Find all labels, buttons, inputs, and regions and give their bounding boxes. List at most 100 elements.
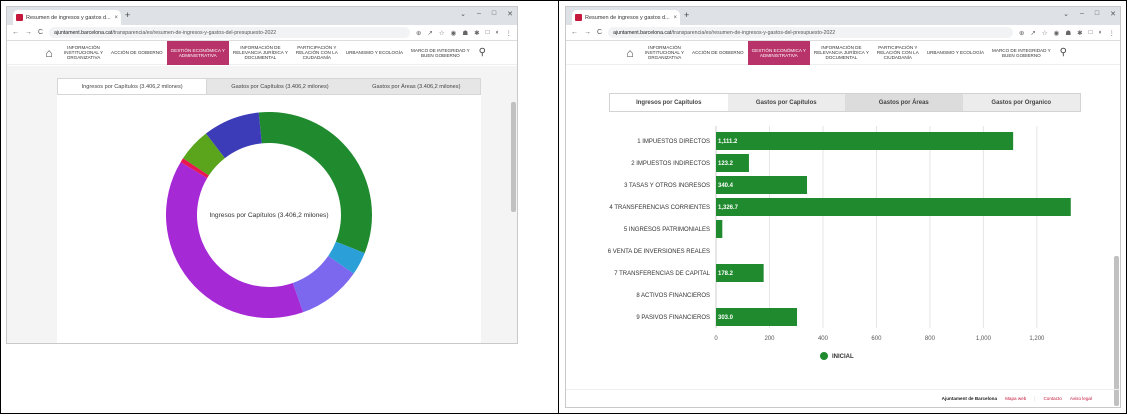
- x-tick-label: 1,200: [1029, 336, 1045, 342]
- browser-tab[interactable]: Resumen de ingresos y gastos d... ×: [572, 10, 680, 25]
- new-tab-button[interactable]: +: [684, 10, 689, 20]
- tab-ingresos-capitulos[interactable]: Ingresos por Capítulos: [610, 94, 728, 111]
- sidepanel-icon[interactable]: □: [486, 29, 490, 37]
- maximize-button[interactable]: □: [492, 10, 496, 18]
- bar[interactable]: [716, 132, 1014, 150]
- nav-integridad[interactable]: MARCO DE INTEGRIDAD Y BUEN GOBIERNO: [407, 41, 474, 65]
- toolbar-icons: ⊕ ↗ ☆ ◉ ☗ ✱ □ ◐ ⋮: [1019, 29, 1115, 37]
- nav-participacion[interactable]: PARTICIPACIÓN Y RELACIÓN CON LA CIUDADAN…: [873, 41, 923, 65]
- profile-icon[interactable]: ◐: [1099, 29, 1103, 37]
- bookmark-star-icon[interactable]: ☆: [439, 29, 445, 37]
- bookmark-star-icon[interactable]: ☆: [1042, 29, 1048, 37]
- tab-gastos-organico[interactable]: Gastos por Organico: [963, 94, 1081, 111]
- nav-integridad[interactable]: MARCO DE INTEGRIDAD Y BUEN GOBIERNO: [988, 41, 1055, 65]
- tab-gastos-capitulos[interactable]: Gastos por Capítulos (3.406,2 milones): [207, 79, 352, 94]
- footer-link-aviso[interactable]: Aviso legal: [1070, 396, 1092, 401]
- nav-urbanismo[interactable]: URBANISMO Y ECOLOGÍA: [342, 41, 407, 65]
- window-controls: ⌄ – □ ✕: [1063, 10, 1116, 18]
- reload-icon[interactable]: C: [38, 29, 43, 36]
- forward-icon[interactable]: →: [25, 29, 32, 36]
- close-window-button[interactable]: ✕: [1110, 10, 1116, 18]
- maximize-button[interactable]: □: [1095, 10, 1099, 18]
- right-content: Ingresos por Capítulos Gastos por Capítu…: [566, 66, 1120, 407]
- puzzle-icon[interactable]: ✱: [474, 29, 479, 37]
- extension-icon[interactable]: ☗: [1065, 29, 1071, 37]
- search-icon[interactable]: ⚲: [479, 47, 486, 58]
- nav-institucional[interactable]: INFORMACIÓN INSTITUCIONAL Y ORGANIZATIVA: [60, 41, 107, 65]
- tab-ingresos-capitulos[interactable]: Ingresos por Capítulos (3.406,2 milones): [58, 79, 208, 94]
- left-content: Ingresos por Capítulos (3.406,2 milones)…: [7, 66, 517, 343]
- extension-icon[interactable]: ◉: [451, 29, 457, 37]
- nav-urbanismo[interactable]: URBANISMO Y ECOLOGÍA: [923, 41, 988, 65]
- nav-institucional[interactable]: INFORMACIÓN INSTITUCIONAL Y ORGANIZATIVA: [641, 41, 688, 65]
- menu-icon[interactable]: ⋮: [1109, 29, 1116, 37]
- scrollbar-thumb[interactable]: [1114, 256, 1119, 406]
- nav-gestion-economica[interactable]: GESTIÓN ECONÓMICA Y ADMINISTRATIVA: [166, 40, 229, 65]
- minimize-button[interactable]: –: [477, 10, 481, 18]
- home-icon[interactable]: ⌂: [38, 46, 60, 60]
- nav-relevancia-juridica[interactable]: INFORMACIÓN DE RELEVANCIA JURÍDICA Y DOC…: [810, 41, 873, 65]
- tab-gastos-capitulos[interactable]: Gastos por Capítulos: [728, 94, 846, 111]
- back-icon[interactable]: ←: [571, 29, 578, 36]
- nav-participacion[interactable]: PARTICIPACIÓN Y RELACIÓN CON LA CIUDADAN…: [292, 41, 342, 65]
- tab-strip: Resumen de ingresos y gastos d... × + ⌄ …: [566, 7, 1120, 25]
- x-tick-label: 600: [871, 336, 882, 342]
- tab-title: Resumen de ingresos y gastos d...: [26, 14, 111, 21]
- extension-icon[interactable]: ☗: [462, 29, 468, 37]
- reload-icon[interactable]: C: [597, 29, 602, 36]
- tab-search-icon[interactable]: ⌄: [460, 10, 466, 18]
- share-icon[interactable]: ↗: [427, 29, 432, 37]
- site-nav: ⌂ INFORMACIÓN INSTITUCIONAL Y ORGANIZATI…: [7, 40, 517, 65]
- y-tick-label: 2 IMPUESTOS INDIRECTOS: [631, 161, 710, 167]
- puzzle-icon[interactable]: ✱: [1077, 29, 1082, 37]
- extension-icon[interactable]: ◉: [1054, 29, 1060, 37]
- legend-label[interactable]: INICIAL: [832, 354, 854, 360]
- nav-relevancia-juridica[interactable]: INFORMACIÓN DE RELEVANCIA JURÍDICA Y DOC…: [229, 41, 292, 65]
- menu-icon[interactable]: ⋮: [506, 29, 513, 37]
- minimize-button[interactable]: –: [1080, 10, 1084, 18]
- search-icon[interactable]: ⚲: [1060, 47, 1067, 58]
- donut-slice[interactable]: [166, 162, 304, 318]
- home-icon[interactable]: ⌂: [619, 46, 641, 60]
- y-tick-label: 9 PASIVOS FINANCIEROS: [636, 315, 710, 321]
- y-tick-label: 5 INGRESOS PATRIMONIALES: [624, 227, 710, 233]
- x-tick-label: 800: [925, 336, 936, 342]
- address-bar-row: ← → C ajuntament.barcelona.cat/transpare…: [7, 25, 517, 41]
- footer-link-mapa[interactable]: Mapa web: [1005, 396, 1026, 401]
- forward-icon[interactable]: →: [584, 29, 591, 36]
- share-icon[interactable]: ↗: [1030, 29, 1035, 37]
- zoom-icon[interactable]: ⊕: [416, 29, 421, 37]
- browser-tab[interactable]: Resumen de ingresos y gastos d... ×: [13, 10, 121, 25]
- close-window-button[interactable]: ✕: [507, 10, 513, 18]
- nav-accion-gobierno[interactable]: ACCIÓN DE GOBIERNO: [107, 41, 167, 65]
- url-input[interactable]: ajuntament.barcelona.cat/transparencia/e…: [49, 27, 410, 38]
- favicon-icon: [16, 14, 23, 21]
- footer-brand: Ajuntament de Barcelona: [941, 396, 998, 401]
- address-bar-row: ← → C ajuntament.barcelona.cat/transpare…: [566, 25, 1120, 41]
- url-path: /transparencia/es/resumen-de-ingresos-y-…: [112, 29, 277, 36]
- new-tab-button[interactable]: +: [125, 10, 130, 20]
- tab-close-icon[interactable]: ×: [114, 15, 118, 21]
- footer-link-contacto[interactable]: Contacto: [1043, 396, 1061, 401]
- bar-data-label: 1,326.7: [718, 205, 739, 211]
- y-tick-label: 1 IMPUESTOS DIRECTOS: [637, 139, 710, 145]
- tab-gastos-areas[interactable]: Gastos por Áreas (3.406,2 milones): [353, 79, 480, 94]
- nav-accion-gobierno[interactable]: ACCIÓN DE GOBIERNO: [688, 41, 748, 65]
- tab-search-icon[interactable]: ⌄: [1063, 10, 1069, 18]
- footer: Ajuntament de Barcelona Mapa web | Conta…: [566, 389, 1120, 407]
- tab-gastos-areas[interactable]: Gastos por Áreas: [845, 94, 963, 111]
- bar[interactable]: [716, 198, 1071, 216]
- sidepanel-icon[interactable]: □: [1089, 29, 1093, 37]
- legend-marker[interactable]: [820, 352, 828, 360]
- right-browser-window: Resumen de ingresos y gastos d... × + ⌄ …: [565, 6, 1121, 408]
- x-tick-label: 0: [714, 336, 718, 342]
- bar[interactable]: [716, 220, 723, 238]
- url-input[interactable]: ajuntament.barcelona.cat/transparencia/e…: [608, 27, 1013, 38]
- zoom-icon[interactable]: ⊕: [1019, 29, 1024, 37]
- scrollbar-thumb[interactable]: [511, 102, 516, 212]
- profile-icon[interactable]: ◐: [496, 29, 500, 37]
- nav-gestion-economica[interactable]: GESTIÓN ECONÓMICA Y ADMINISTRATIVA: [747, 40, 810, 65]
- back-icon[interactable]: ←: [12, 29, 19, 36]
- donut-slice[interactable]: [258, 112, 372, 254]
- tab-close-icon[interactable]: ×: [673, 15, 677, 21]
